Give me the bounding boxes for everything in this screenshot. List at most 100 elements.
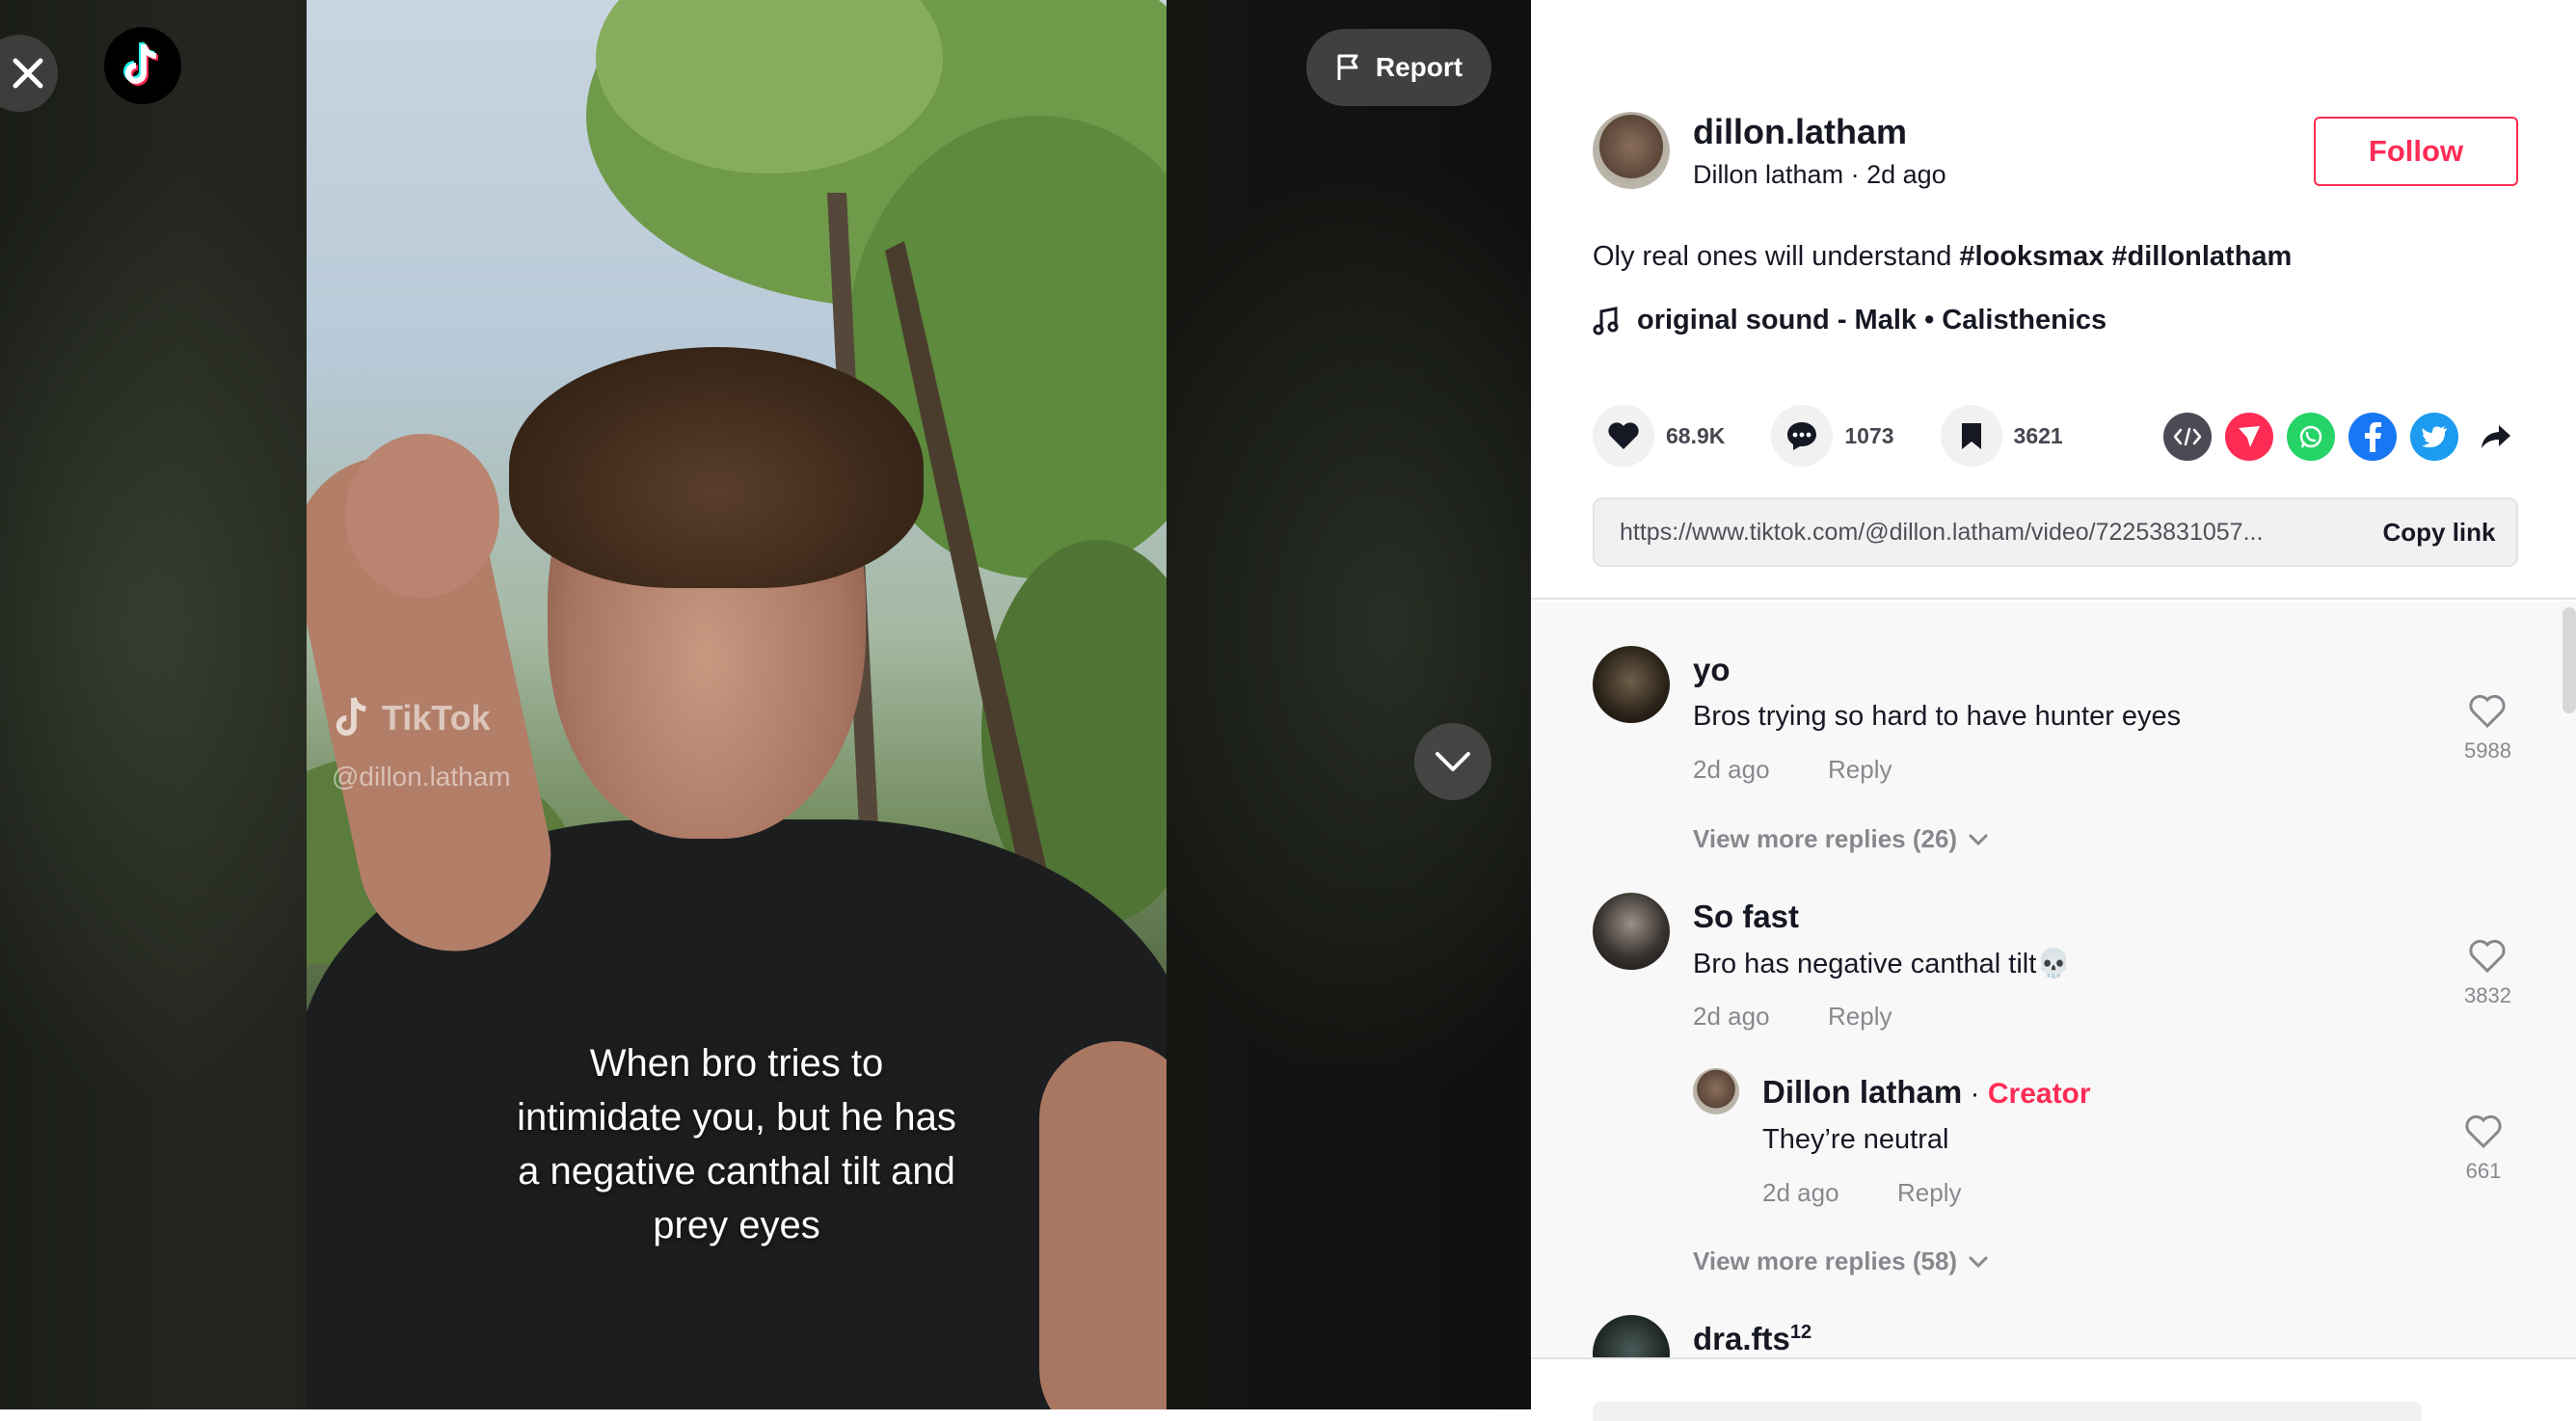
post-time: 2d ago (1866, 160, 1946, 189)
username-superscript: 12 (1789, 1322, 1812, 1343)
comment-username[interactable]: dra.fts12 (1693, 1321, 1811, 1357)
chevron-down-icon (1969, 1256, 1988, 1268)
comment-like-count: 661 (2465, 1159, 2502, 1183)
like-circle (1593, 405, 1654, 467)
save-circle (1940, 405, 2002, 467)
comment-username[interactable]: yo (1693, 652, 1731, 688)
view-more-replies[interactable]: View more replies (58) (1693, 1247, 1988, 1276)
report-label: Report (1375, 52, 1463, 82)
avatar[interactable] (1593, 112, 1670, 189)
comment-count: 1073 (1844, 422, 1894, 448)
heart-outline-icon (2469, 939, 2507, 974)
report-button[interactable]: Report (1306, 29, 1491, 106)
like-button[interactable]: 68.9K (1593, 405, 1725, 467)
watermark-handle: @dillon.latham (332, 762, 511, 791)
link-box: https://www.tiktok.com/@dillon.latham/vi… (1593, 497, 2518, 567)
comment-like-button[interactable]: 5988 (2464, 694, 2511, 764)
music-link[interactable]: original sound - Malk • Calisthenics (1593, 305, 2106, 336)
watermark: TikTok (332, 694, 491, 742)
view-more-label: View more replies (58) (1693, 1247, 1958, 1275)
view-more-replies[interactable]: View more replies (26) (1693, 824, 1988, 854)
comment-like-count: 3832 (2464, 983, 2511, 1007)
video-url[interactable]: https://www.tiktok.com/@dillon.latham/vi… (1595, 519, 2362, 547)
chevron-down-icon (1969, 834, 1988, 845)
bookmark-icon (1961, 423, 1981, 449)
comment-avatar[interactable] (1593, 893, 1670, 970)
comment-username-text: dra.fts (1693, 1321, 1790, 1356)
comment-time: 2d ago (1693, 1002, 1770, 1031)
tiktok-logo-icon[interactable] (104, 27, 181, 104)
comment-list[interactable]: yo Bros trying so hard to have hunter ey… (1531, 602, 2576, 1357)
embed-icon[interactable] (2163, 413, 2212, 461)
comment-time: 2d ago (1693, 755, 1770, 784)
share-row (2163, 413, 2520, 461)
author-display-name: Dillon latham (1693, 160, 1844, 189)
comment-input-bar (1531, 1357, 2576, 1421)
reply-button[interactable]: Reply (1828, 755, 1892, 785)
reply-button[interactable]: Reply (1828, 1002, 1892, 1032)
next-video-button[interactable] (1414, 723, 1491, 800)
reply-text: They’re neutral (1762, 1124, 1949, 1155)
video-stage: TikTok @dillon.latham When bro tries to … (0, 0, 1531, 1409)
caption-line: a negative canthal tilt and (518, 1150, 955, 1193)
hand (345, 434, 499, 598)
tiktok-watermark-icon (335, 697, 366, 737)
share-arrow-icon[interactable] (2472, 413, 2520, 461)
post-description: Oly real ones will understand #looksmax … (1593, 241, 2292, 273)
action-bar: 68.9K 1073 3621 (1593, 405, 2109, 467)
video-caption: When bro tries to intimidate you, but he… (307, 1036, 1167, 1252)
reply-username[interactable]: Dillon latham (1762, 1074, 1962, 1110)
details-panel: dillon.latham Dillon latham · 2d ago Fol… (1531, 0, 2576, 1421)
comment-button[interactable]: 1073 (1771, 405, 1894, 467)
heart-outline-icon (2465, 1114, 2502, 1149)
description-text: Oly real ones will understand (1593, 241, 1960, 272)
like-count: 68.9K (1666, 422, 1726, 448)
reply-time: 2d ago (1762, 1178, 1839, 1207)
separator: · (1843, 160, 1867, 189)
facebook-icon[interactable] (2348, 413, 2397, 461)
separator: · (1962, 1078, 1988, 1110)
author-username[interactable]: dillon.latham (1693, 112, 1907, 152)
caption-line: prey eyes (653, 1204, 820, 1247)
save-count: 3621 (2013, 422, 2063, 448)
post-info: dillon.latham Dillon latham · 2d ago Fol… (1531, 0, 2576, 600)
creator-badge: Creator (1987, 1078, 2091, 1110)
close-icon (13, 58, 43, 89)
video-player[interactable]: TikTok @dillon.latham When bro tries to … (307, 0, 1167, 1409)
music-note-icon (1593, 306, 1619, 335)
comment-avatar[interactable] (1593, 1315, 1670, 1357)
heart-icon (1608, 422, 1639, 449)
watermark-brand: TikTok (382, 698, 491, 737)
hashtag-link[interactable]: #dillonlatham (2111, 241, 2292, 272)
comment-text: Bro has negative canthal tilt💀 (1693, 949, 2072, 979)
comment-icon (1787, 422, 1817, 450)
comment-like-count: 5988 (2464, 738, 2511, 763)
caption-line: intimidate you, but he has (517, 1096, 956, 1139)
scrollbar[interactable] (2563, 607, 2576, 713)
follow-button[interactable]: Follow (2314, 117, 2518, 186)
flag-icon (1337, 54, 1358, 80)
whatsapp-icon[interactable] (2287, 413, 2335, 461)
author-subline: Dillon latham · 2d ago (1693, 160, 1946, 190)
caption-line: When bro tries to (589, 1042, 884, 1085)
comment-username[interactable]: So fast (1693, 898, 1799, 935)
hair (509, 347, 924, 588)
comment-avatar[interactable] (1593, 646, 1670, 723)
comment-like-button[interactable]: 661 (2464, 1114, 2503, 1184)
reply-avatar[interactable] (1693, 1068, 1739, 1114)
copy-link-button[interactable]: Copy link (2362, 518, 2516, 548)
reply-username-line: Dillon latham · Creator (1762, 1074, 2091, 1111)
comment-text: Bros trying so hard to have hunter eyes (1693, 701, 2182, 732)
view-more-label: View more replies (26) (1693, 824, 1958, 853)
twitter-icon[interactable] (2410, 413, 2458, 461)
save-button[interactable]: 3621 (1940, 405, 2063, 467)
send-icon[interactable] (2225, 413, 2273, 461)
reply-button[interactable]: Reply (1897, 1178, 1961, 1208)
comment-input[interactable] (1593, 1402, 2422, 1421)
comment-like-button[interactable]: 3832 (2464, 939, 2511, 1008)
chevron-down-icon (1436, 752, 1470, 771)
hashtag-link[interactable]: #looksmax (1959, 241, 2104, 272)
heart-outline-icon (2469, 694, 2507, 729)
comment-circle (1771, 405, 1834, 467)
music-title: original sound - Malk • Calisthenics (1637, 305, 2107, 335)
